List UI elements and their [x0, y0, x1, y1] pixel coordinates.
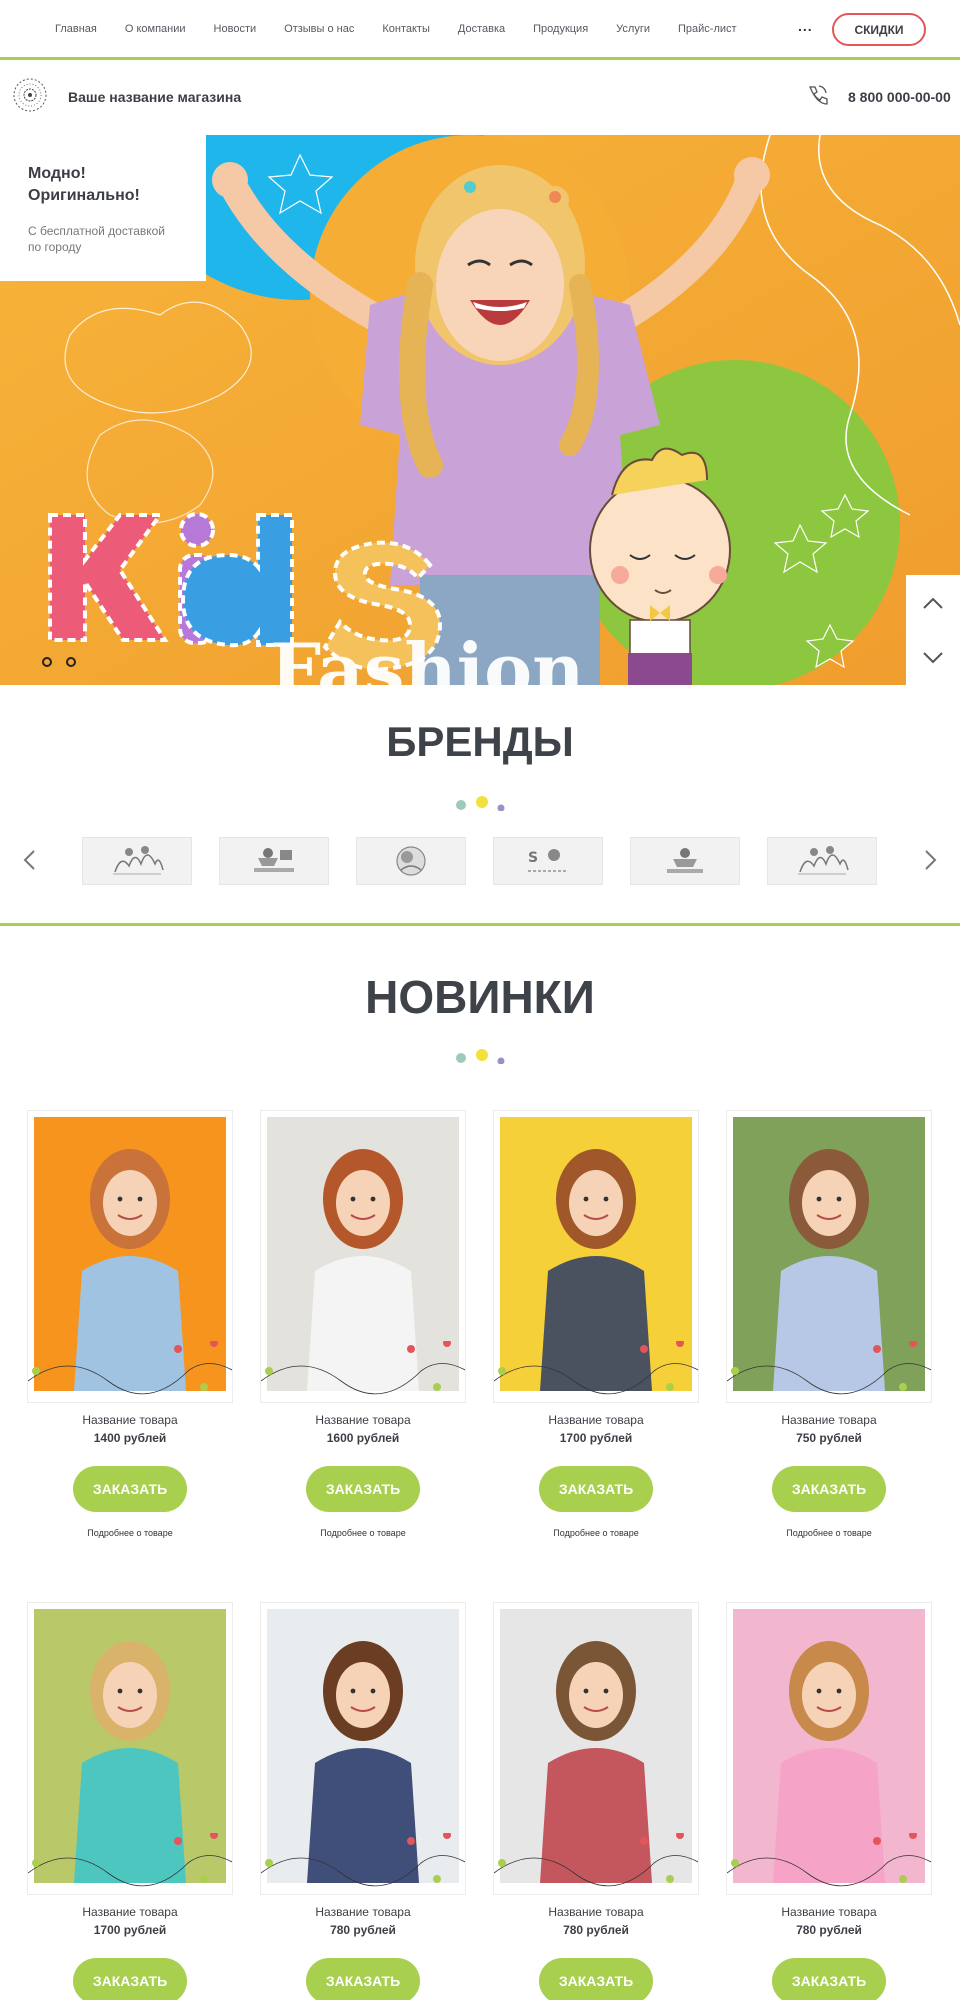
- nav-more-button[interactable]: ...: [798, 18, 813, 34]
- order-button[interactable]: ЗАКАЗАТЬ: [539, 1958, 653, 2000]
- product-details-link[interactable]: Подробнее о товаре: [260, 1528, 466, 1538]
- promo-title-line2: Оригинально!: [28, 187, 140, 204]
- product-details-link[interactable]: Подробнее о товаре: [493, 1528, 699, 1538]
- product-price: 780 рублей: [563, 1923, 629, 1937]
- brand-logo-icon: [113, 846, 164, 875]
- product-image-frame[interactable]: [260, 1110, 466, 1403]
- chevron-down-icon: [923, 651, 943, 663]
- decor-wave: [261, 1341, 465, 1395]
- product-price: 1400 рублей: [93, 1431, 167, 1445]
- product-title[interactable]: Название товара: [493, 1413, 699, 1427]
- product-image-frame[interactable]: [27, 1110, 233, 1403]
- brand-logo-icon: [798, 846, 849, 875]
- decor-wave: [494, 1833, 698, 1887]
- brand-logo[interactable]: [630, 837, 740, 885]
- promo-title: Модно! Оригинально!: [28, 163, 178, 207]
- brand-logo[interactable]: [82, 837, 192, 885]
- product-price: 1600 рублей: [326, 1431, 400, 1445]
- slider-up-button[interactable]: [906, 575, 960, 630]
- phone-icon: [809, 85, 828, 105]
- promo-subtitle: С бесплатной доставкой по городу: [28, 224, 166, 254]
- decor-wave: [494, 1341, 698, 1395]
- product-details-link[interactable]: Подробнее о товаре: [27, 1528, 233, 1538]
- nav-links: Главная О компании Новости Отзывы о нас …: [55, 23, 765, 35]
- hero-promo-box: Модно! Оригинально! С бесплатной доставк…: [0, 135, 206, 281]
- sale-button[interactable]: СКИДКИ: [832, 13, 926, 46]
- product-title[interactable]: Название товара: [27, 1905, 233, 1919]
- product-price: 750 рублей: [796, 1431, 862, 1445]
- decor-wave: [727, 1341, 931, 1395]
- order-button[interactable]: ЗАКАЗАТЬ: [306, 1466, 420, 1512]
- hero-banner[interactable]: Fashion Модно! Оригинально! С бесплатной…: [0, 135, 960, 685]
- slider-down-button[interactable]: [906, 630, 960, 685]
- svg-text:S: S: [528, 850, 538, 866]
- brands-next-button[interactable]: [918, 848, 942, 872]
- store-name[interactable]: Ваше название магазина: [68, 89, 241, 105]
- promo-title-line1: Модно!: [28, 165, 86, 182]
- slider-dot-2[interactable]: [66, 657, 76, 667]
- store-logo-icon[interactable]: [12, 77, 48, 113]
- product-image-frame[interactable]: [726, 1602, 932, 1895]
- brand-logo[interactable]: [356, 837, 466, 885]
- product-details-link[interactable]: Подробнее о товаре: [726, 1528, 932, 1538]
- product-title[interactable]: Название товара: [726, 1413, 932, 1427]
- novelties-title: НОВИНКИ: [365, 971, 595, 1023]
- phone-number[interactable]: 8 800 000-00-00: [848, 89, 951, 105]
- brand-logo-icon: [667, 848, 703, 873]
- slider-dot-1[interactable]: [42, 657, 52, 667]
- brands-prev-button[interactable]: [18, 848, 42, 872]
- order-button[interactable]: ЗАКАЗАТЬ: [772, 1958, 886, 2000]
- decor-wave: [28, 1341, 232, 1395]
- nav-link-home[interactable]: Главная: [55, 23, 97, 35]
- svg-text:Fashion: Fashion: [270, 627, 584, 685]
- brand-logo[interactable]: [219, 837, 329, 885]
- product-title[interactable]: Название товара: [260, 1413, 466, 1427]
- store-header: Ваше название магазина 8 800 000-00-00: [0, 63, 960, 135]
- product-title[interactable]: Название товара: [726, 1905, 932, 1919]
- brand-logo[interactable]: [767, 837, 877, 885]
- nav-link-products[interactable]: Продукция: [533, 23, 588, 35]
- product-title[interactable]: Название товара: [260, 1905, 466, 1919]
- nav-link-news[interactable]: Новости: [214, 23, 257, 35]
- nav-link-about[interactable]: О компании: [125, 23, 186, 35]
- brand-logo-icon: [396, 846, 426, 876]
- order-button[interactable]: ЗАКАЗАТЬ: [772, 1466, 886, 1512]
- order-button[interactable]: ЗАКАЗАТЬ: [539, 1466, 653, 1512]
- product-price: 780 рублей: [796, 1923, 862, 1937]
- order-button[interactable]: ЗАКАЗАТЬ: [306, 1958, 420, 2000]
- nav-link-services[interactable]: Услуги: [616, 23, 650, 35]
- order-button[interactable]: ЗАКАЗАТЬ: [73, 1466, 187, 1512]
- brands-title: БРЕНДЫ: [386, 718, 574, 765]
- decor-wave: [261, 1833, 465, 1887]
- product-price: 780 рублей: [330, 1923, 396, 1937]
- decor-dots: [456, 1049, 505, 1064]
- section-divider: [0, 923, 960, 926]
- nav-link-delivery[interactable]: Доставка: [458, 23, 505, 35]
- nav-link-contacts[interactable]: Контакты: [382, 23, 430, 35]
- nav-link-pricelist[interactable]: Прайс-лист: [678, 23, 737, 35]
- product-image-frame[interactable]: [726, 1110, 932, 1403]
- brand-logo-icon: [254, 848, 294, 872]
- decor-wave: [727, 1833, 931, 1887]
- decor-dots: [456, 796, 505, 811]
- product-image-frame[interactable]: [27, 1602, 233, 1895]
- product-image-frame[interactable]: [493, 1602, 699, 1895]
- product-title[interactable]: Название товара: [493, 1905, 699, 1919]
- product-image-frame[interactable]: [260, 1602, 466, 1895]
- nav-link-reviews[interactable]: Отзывы о нас: [284, 23, 354, 35]
- decor-wave: [28, 1833, 232, 1887]
- brand-logo[interactable]: S: [493, 837, 603, 885]
- brand-logo-icon: S: [528, 849, 568, 872]
- hero-arrows: [906, 575, 960, 685]
- product-title[interactable]: Название товара: [27, 1413, 233, 1427]
- product-price: 1700 рублей: [559, 1431, 633, 1445]
- top-navigation: Главная О компании Новости Отзывы о нас …: [0, 0, 960, 60]
- order-button[interactable]: ЗАКАЗАТЬ: [73, 1958, 187, 2000]
- product-price: 1700 рублей: [93, 1923, 167, 1937]
- chevron-up-icon: [923, 597, 943, 609]
- product-image-frame[interactable]: [493, 1110, 699, 1403]
